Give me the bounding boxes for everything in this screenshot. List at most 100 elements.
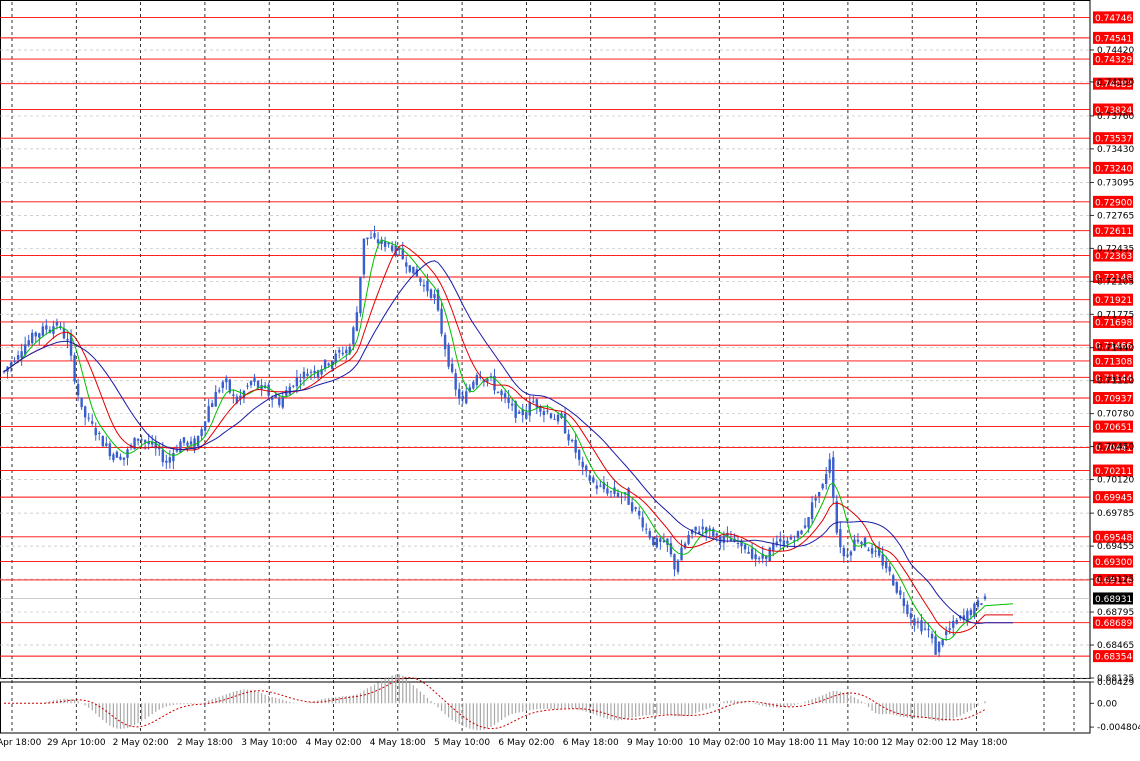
candle-body xyxy=(782,540,786,546)
candle-body xyxy=(630,502,634,512)
y-tick-label: 0.71110 xyxy=(1097,377,1134,387)
candle-body xyxy=(299,380,302,382)
candle-body xyxy=(652,536,655,546)
candle-body xyxy=(892,575,895,586)
x-tick-label: 5 May 10:00 xyxy=(434,738,490,748)
candle-body xyxy=(913,618,916,626)
candle-body xyxy=(200,429,203,437)
candle-body xyxy=(140,439,143,441)
candle-body xyxy=(115,451,119,458)
candle-body xyxy=(306,373,309,377)
price-level-label: 0.68689 xyxy=(1095,619,1132,629)
candle-body xyxy=(832,457,835,499)
x-tick-label: 11 May 10:00 xyxy=(817,738,879,748)
candle-body xyxy=(450,363,454,372)
candle-body xyxy=(270,398,274,400)
candle-body xyxy=(867,549,870,551)
candle-body xyxy=(648,531,651,538)
candle-body xyxy=(747,551,750,554)
candle-body xyxy=(246,385,249,387)
candle-body xyxy=(62,328,66,339)
candle-body xyxy=(295,377,299,387)
price-level-label: 0.71921 xyxy=(1095,296,1132,306)
candle-body xyxy=(948,628,951,630)
candle-body xyxy=(278,398,281,406)
candle-body xyxy=(196,435,200,447)
candle-body xyxy=(595,485,599,489)
candle-body xyxy=(429,289,433,298)
candle-body xyxy=(136,438,140,441)
candle-body xyxy=(768,547,771,562)
price-level-label: 0.73240 xyxy=(1095,164,1132,174)
candle-body xyxy=(673,554,676,570)
candle-body xyxy=(486,379,489,382)
candle-body xyxy=(510,403,514,406)
candle-body xyxy=(94,428,97,436)
x-tick-label: 4 May 02:00 xyxy=(306,738,362,748)
candle-body xyxy=(807,517,810,528)
candle-body xyxy=(980,603,983,605)
candle-body xyxy=(528,402,531,416)
candle-body xyxy=(916,621,920,623)
candle-body xyxy=(355,312,359,331)
price-level-label: 0.72900 xyxy=(1095,198,1132,208)
candle-body xyxy=(66,339,69,341)
candle-body xyxy=(31,332,34,344)
y-tick-label: 0.74420 xyxy=(1097,46,1134,56)
price-level-label: 0.71308 xyxy=(1095,357,1132,367)
candle-body xyxy=(80,397,83,408)
candle-body xyxy=(645,528,648,530)
y-tick-label: 0.74100 xyxy=(1097,78,1134,88)
x-tick-label: 9 May 10:00 xyxy=(627,738,683,748)
candle-body xyxy=(105,443,108,446)
candle-body xyxy=(172,452,175,462)
candle-body xyxy=(585,465,588,472)
candle-body xyxy=(443,334,447,350)
candle-body xyxy=(232,394,235,396)
candle-body xyxy=(41,326,45,336)
candle-body xyxy=(983,596,987,600)
candle-body xyxy=(108,443,112,457)
candle-body xyxy=(13,360,16,362)
candle-body xyxy=(722,535,726,543)
y-tick-label: 0.69785 xyxy=(1097,509,1134,519)
candle-body xyxy=(955,620,958,624)
candle-body xyxy=(98,432,101,434)
candle-body xyxy=(839,529,842,548)
price-level-label: 0.74329 xyxy=(1095,56,1132,66)
x-tick-label: 12 May 18:00 xyxy=(946,738,1008,748)
candle-body xyxy=(563,413,567,434)
candle-body xyxy=(45,325,48,330)
candle-body xyxy=(701,526,704,530)
candle-body xyxy=(390,245,394,251)
candle-body xyxy=(503,393,507,398)
price-level-label: 0.68354 xyxy=(1095,653,1132,663)
candle-body xyxy=(772,543,775,551)
candle-body xyxy=(842,547,846,557)
current-price-label: 0.68931 xyxy=(1095,595,1132,605)
candle-body xyxy=(849,551,853,556)
indicator-tick-label: 0.00 xyxy=(1097,699,1117,709)
candle-body xyxy=(888,566,891,572)
candle-body xyxy=(419,278,422,283)
candle-body xyxy=(881,554,884,566)
candle-body xyxy=(426,280,429,292)
candle-body xyxy=(634,507,637,510)
candle-body xyxy=(870,548,874,554)
candle-body xyxy=(606,488,609,494)
candle-body xyxy=(91,421,94,424)
candle-body xyxy=(757,558,761,560)
candle-body xyxy=(345,349,348,354)
price-level-label: 0.70937 xyxy=(1095,395,1132,405)
candle-body xyxy=(719,536,722,543)
candle-body xyxy=(175,450,179,452)
candle-body xyxy=(214,391,217,407)
candle-body xyxy=(676,560,680,572)
candle-body xyxy=(112,454,115,461)
candle-body xyxy=(76,384,80,396)
candle-body xyxy=(366,237,369,240)
y-tick-label: 0.71440 xyxy=(1097,344,1134,354)
candle-body xyxy=(518,411,521,414)
x-tick-label: 28 Apr 18:00 xyxy=(0,738,42,748)
x-tick-label: 10 May 18:00 xyxy=(753,738,815,748)
